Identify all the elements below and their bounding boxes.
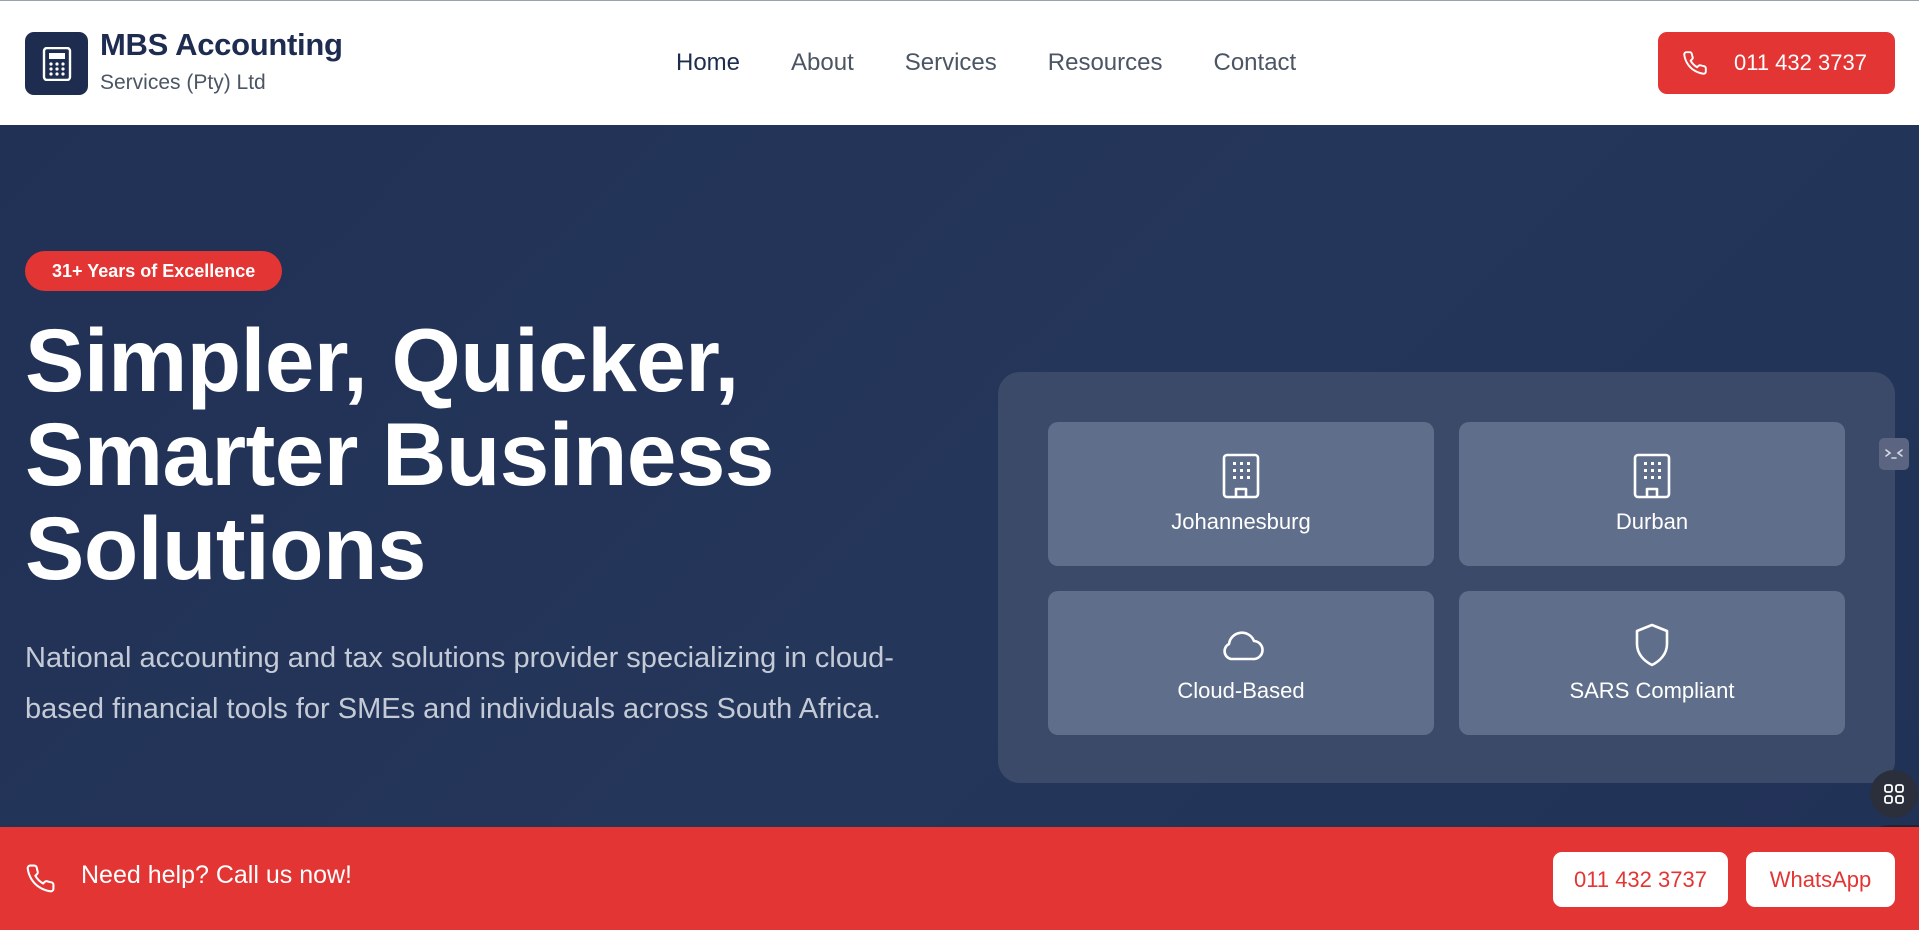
tile-durban: Durban bbox=[1459, 422, 1845, 566]
bottom-call-button[interactable]: 011 432 3737 bbox=[1553, 852, 1728, 907]
tile-label-durban: Durban bbox=[1615, 509, 1689, 534]
cloud-icon bbox=[1223, 631, 1264, 661]
nav-services[interactable]: Services bbox=[905, 45, 997, 81]
hero-title-line-2: Smarter Business bbox=[25, 404, 774, 504]
help-text: Need help? Call us now! bbox=[81, 861, 352, 889]
header-call-label: 011 432 3737 bbox=[1734, 50, 1867, 75]
header-call-button[interactable]: 011 432 3737 bbox=[1658, 32, 1895, 94]
nav-home[interactable]: Home bbox=[676, 45, 740, 81]
tile-label-sars-compliant: SARS Compliant bbox=[1569, 678, 1735, 703]
nav-resources[interactable]: Resources bbox=[1048, 45, 1163, 81]
hero-description: National accounting and tax solutions pr… bbox=[25, 642, 894, 725]
brand-name[interactable]: MBS Accounting bbox=[100, 27, 343, 63]
whatsapp-button[interactable]: WhatsApp bbox=[1746, 852, 1895, 907]
tile-label-johannesburg: Johannesburg bbox=[1171, 509, 1311, 534]
experience-badge: 31+ Years of Excellence bbox=[25, 251, 283, 291]
calculator-icon bbox=[42, 46, 71, 81]
hero-title-line-1: Simpler, Quicker, bbox=[25, 310, 739, 410]
phone-icon bbox=[1683, 51, 1707, 75]
features-panel: Johannesburg Durban Cloud-Based SARS Com… bbox=[998, 372, 1895, 783]
logo[interactable] bbox=[25, 32, 88, 95]
building-icon bbox=[1633, 453, 1671, 499]
phone-icon bbox=[26, 864, 55, 893]
building-icon bbox=[1222, 453, 1260, 499]
shield-icon bbox=[1635, 623, 1669, 667]
nav-contact[interactable]: Contact bbox=[1214, 45, 1297, 81]
hero-section: 31+ Years of Excellence Simpler, Quicker… bbox=[0, 125, 1919, 871]
tile-label-cloud-based: Cloud-Based bbox=[1177, 678, 1305, 703]
tile-cloud-based: Cloud-Based bbox=[1048, 591, 1434, 735]
hero-title: Simpler, Quicker, Smarter Business Solut… bbox=[25, 313, 925, 595]
help-bar: Need help? Call us now! 011 432 3737 Wha… bbox=[0, 827, 1919, 930]
brand-subtitle: Services (Pty) Ltd bbox=[100, 71, 266, 94]
main-nav: Home About Services Resources Contact bbox=[676, 45, 1347, 81]
widget-face-icon bbox=[1885, 449, 1903, 459]
side-widget-tab[interactable] bbox=[1879, 438, 1909, 470]
grid-icon bbox=[1884, 784, 1904, 804]
hero-title-line-3: Solutions bbox=[25, 498, 426, 598]
nav-about[interactable]: About bbox=[791, 45, 854, 81]
tile-sars-compliant: SARS Compliant bbox=[1459, 591, 1845, 735]
tile-johannesburg: Johannesburg bbox=[1048, 422, 1434, 566]
site-header: MBS Accounting Services (Pty) Ltd Home A… bbox=[0, 0, 1919, 125]
apps-float-button[interactable] bbox=[1870, 770, 1918, 818]
